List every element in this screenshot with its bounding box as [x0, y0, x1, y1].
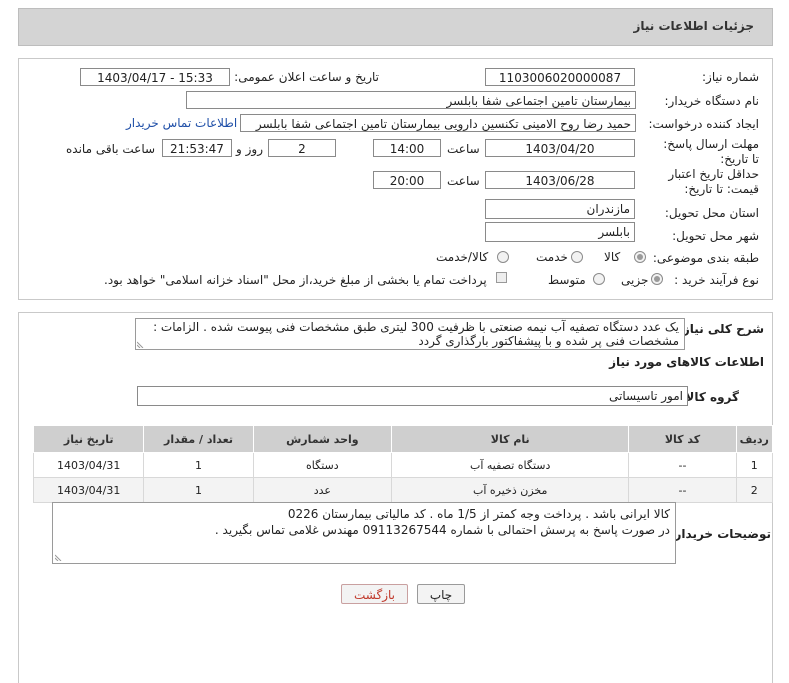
page-header: جزئیات اطلاعات نیاز: [18, 8, 773, 46]
deadline-date-field[interactable]: 1403/04/20: [485, 139, 635, 157]
description-textarea[interactable]: یک عدد دستگاه تصفیه آب نیمه صنعتی با ظرف…: [135, 318, 685, 350]
buyer-notes-textarea[interactable]: کالا ایرانی باشد . پرداخت وجه کمتر از 1/…: [52, 502, 676, 564]
print-button[interactable]: چاپ: [417, 584, 465, 604]
resize-grip-icon[interactable]: [55, 553, 63, 561]
buyer-org-field[interactable]: بیمارستان تامین اجتماعی شفا بابلسر: [186, 91, 636, 109]
province-label: استان محل تحویل:: [664, 206, 759, 220]
category-option-both: کالا/خدمت: [436, 250, 489, 264]
cell-name: دستگاه تصفیه آب: [391, 452, 630, 478]
buyer-contact-link[interactable]: اطلاعات تماس خریدار: [126, 116, 237, 130]
validity-time-field[interactable]: 20:00: [373, 171, 441, 189]
validity-date-field[interactable]: 1403/06/28: [485, 171, 635, 189]
category-option-goods: کالا: [604, 250, 621, 264]
treasury-payment-checkbox[interactable]: [496, 272, 507, 283]
goods-group-field[interactable]: امور تاسیساتی: [137, 386, 688, 406]
col-code: کد کالا: [628, 425, 737, 453]
cell-qty: 1: [143, 477, 254, 503]
cell-unit: عدد: [252, 477, 393, 503]
need-number-field[interactable]: 1103006020000087: [485, 68, 635, 86]
cell-code: --: [628, 452, 737, 478]
cell-name: مخزن ذخیره آب: [391, 477, 630, 503]
resize-grip-icon[interactable]: [137, 340, 145, 348]
process-option-partial: جزیی: [621, 273, 649, 287]
table-row[interactable]: 1 -- دستگاه تصفیه آب دستگاه 1 1403/04/31: [32, 452, 774, 478]
days-field[interactable]: 2: [268, 139, 336, 157]
city-label: شهر محل تحویل:: [672, 229, 759, 243]
buyer-org-label: نام دستگاه خریدار:: [664, 94, 760, 108]
table-row[interactable]: 2 -- مخزن ذخیره آب عدد 1 1403/04/31: [32, 477, 774, 503]
goods-group-label: گروه کالا:: [680, 390, 739, 404]
city-field[interactable]: بابلسر: [485, 222, 635, 242]
requester-label: ایجاد کننده درخواست:: [648, 117, 759, 131]
announce-field[interactable]: 1403/04/17 - 15:33: [80, 68, 230, 86]
remaining-time-field[interactable]: 21:53:47: [162, 139, 232, 157]
cell-unit: دستگاه: [252, 452, 393, 478]
cell-row: 2: [735, 477, 774, 503]
need-number-label: شماره نیاز:: [702, 70, 759, 84]
process-option-medium: متوسط: [548, 273, 586, 287]
buyer-notes-line-1: کالا ایرانی باشد . پرداخت وجه کمتر از 1/…: [287, 507, 670, 521]
province-field[interactable]: مازندران: [485, 199, 635, 219]
validity-label-text: حداقل تاریخ اعتبار قیمت: تا تاریخ:: [668, 167, 759, 196]
validity-time-label: ساعت: [447, 174, 480, 188]
days-label: روز و: [236, 142, 263, 156]
category-radio-both[interactable]: [497, 251, 509, 263]
cell-date: 1403/04/31: [32, 477, 145, 503]
goods-table-header: ردیف کد کالا نام کالا واحد شمارش تعداد /…: [32, 425, 774, 453]
deadline-label-text: مهلت ارسال پاسخ: تا تاریخ:: [663, 137, 759, 166]
requester-field[interactable]: حمید رضا روح الامینی تکنسین دارویی بیمار…: [240, 114, 636, 132]
col-qty: تعداد / مقدار: [143, 425, 254, 453]
process-radio-medium[interactable]: [593, 273, 605, 285]
deadline-time-field[interactable]: 14:00: [373, 139, 441, 157]
goods-info-heading: اطلاعات کالاهای مورد نیاز: [609, 355, 764, 369]
col-row: ردیف: [735, 425, 774, 453]
cell-qty: 1: [143, 452, 254, 478]
col-unit: واحد شمارش: [252, 425, 393, 453]
col-date: تاریخ نیاز: [32, 425, 145, 453]
treasury-payment-note: پرداخت تمام یا بخشی از مبلغ خرید،از محل …: [104, 273, 487, 287]
category-radio-goods[interactable]: [634, 251, 646, 263]
cell-code: --: [628, 477, 737, 503]
cell-row: 1: [735, 452, 774, 478]
description-label: شرح کلی نیاز:: [678, 322, 764, 336]
validity-label: حداقل تاریخ اعتبار قیمت: تا تاریخ:: [649, 167, 759, 197]
buyer-notes-label: توضیحات خریدار:: [669, 527, 771, 541]
page-title: جزئیات اطلاعات نیاز: [633, 19, 754, 33]
back-button[interactable]: بازگشت: [341, 584, 408, 604]
deadline-time-label: ساعت: [447, 142, 480, 156]
process-label: نوع فرآیند خرید :: [674, 273, 759, 287]
buyer-notes-line-2: در صورت پاسخ به پرسش احتمالی با شماره 09…: [214, 523, 670, 537]
announce-label: تاریخ و ساعت اعلان عمومی:: [234, 70, 379, 84]
col-name: نام کالا: [391, 425, 630, 453]
process-radio-partial[interactable]: [651, 273, 663, 285]
goods-table: ردیف کد کالا نام کالا واحد شمارش تعداد /…: [32, 425, 774, 503]
deadline-label: مهلت ارسال پاسخ: تا تاریخ:: [659, 137, 759, 167]
remaining-label: ساعت باقی مانده: [66, 142, 156, 156]
category-option-service: خدمت: [536, 250, 568, 264]
cell-date: 1403/04/31: [32, 452, 145, 478]
category-label: طبقه بندی موضوعی:: [652, 251, 759, 265]
category-radio-service[interactable]: [571, 251, 583, 263]
